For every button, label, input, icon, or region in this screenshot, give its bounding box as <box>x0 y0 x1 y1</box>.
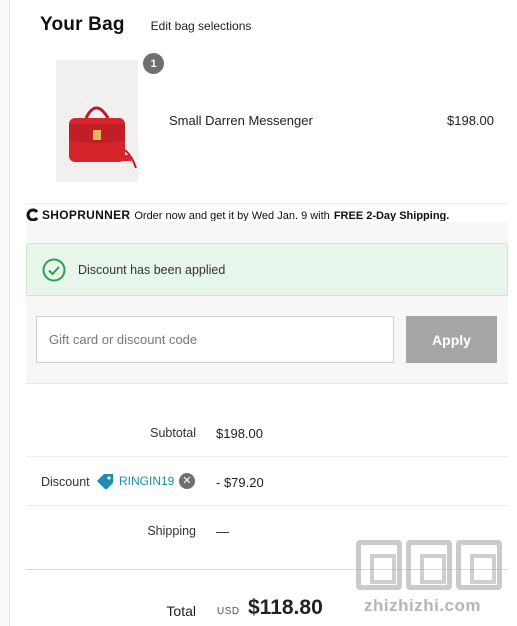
product-image[interactable] <box>56 60 138 182</box>
discount-value: - $79.20 <box>216 475 264 490</box>
discount-row: Discount RINGIN19 ✕ - $79.20 <box>26 457 508 506</box>
quantity-badge: 1 <box>143 53 164 74</box>
subtotal-value: $198.00 <box>216 426 263 441</box>
discount-code-text: RINGIN19 <box>119 474 175 488</box>
watermark-glyph <box>356 540 402 590</box>
bag-header: Your Bag Edit bag selections <box>40 14 251 42</box>
watermark-glyph <box>456 540 502 590</box>
edit-bag-link[interactable]: Edit bag selections <box>151 19 252 33</box>
remove-discount-icon[interactable]: ✕ <box>179 473 195 489</box>
total-amount: $118.80 <box>248 596 323 619</box>
total-label: Total <box>166 603 196 619</box>
watermark-glyphs <box>356 540 502 590</box>
shipping-value: — <box>216 524 229 539</box>
total-currency: USD <box>217 606 240 617</box>
watermark-text: zhizhizhi.com <box>364 596 481 615</box>
discount-code-input[interactable] <box>36 316 394 363</box>
shoprunner-logo-text: SHOPRUNNER <box>42 208 131 221</box>
promo-panel: Discount has been applied Apply <box>26 222 508 384</box>
shoprunner-logo: SHOPRUNNER <box>26 204 130 221</box>
watermark-glyph <box>406 540 452 590</box>
tag-icon <box>97 474 113 489</box>
page-title: Your Bag <box>40 14 125 35</box>
left-rail <box>0 0 10 626</box>
apply-button[interactable]: Apply <box>406 316 497 363</box>
shoprunner-icon <box>26 208 39 221</box>
check-circle-icon <box>42 258 66 281</box>
product-name[interactable]: Small Darren Messenger <box>169 113 313 128</box>
shoprunner-free-shipping: FREE 2-Day Shipping. <box>333 210 450 221</box>
red-messenger-bag-image <box>56 60 138 182</box>
discount-label: Discount <box>41 475 90 489</box>
subtotal-label: Subtotal <box>150 426 196 440</box>
shoprunner-banner: SHOPRUNNER Order now and get it by Wed J… <box>26 203 508 221</box>
discount-code-tag: RINGIN19 <box>96 473 174 489</box>
discount-success-message: Discount has been applied <box>78 262 226 277</box>
watermark-logo: zhizhizhi.com <box>356 540 517 626</box>
shipping-label: Shipping <box>147 524 196 538</box>
subtotal-row: Subtotal $198.00 <box>26 408 508 457</box>
shoprunner-message: Order now and get it by Wed Jan. 9 with <box>134 210 330 221</box>
bag-item: 1 Small Darren Messenger $198.00 <box>56 53 506 182</box>
product-price: $198.00 <box>447 113 494 128</box>
discount-success-alert: Discount has been applied <box>26 243 508 296</box>
